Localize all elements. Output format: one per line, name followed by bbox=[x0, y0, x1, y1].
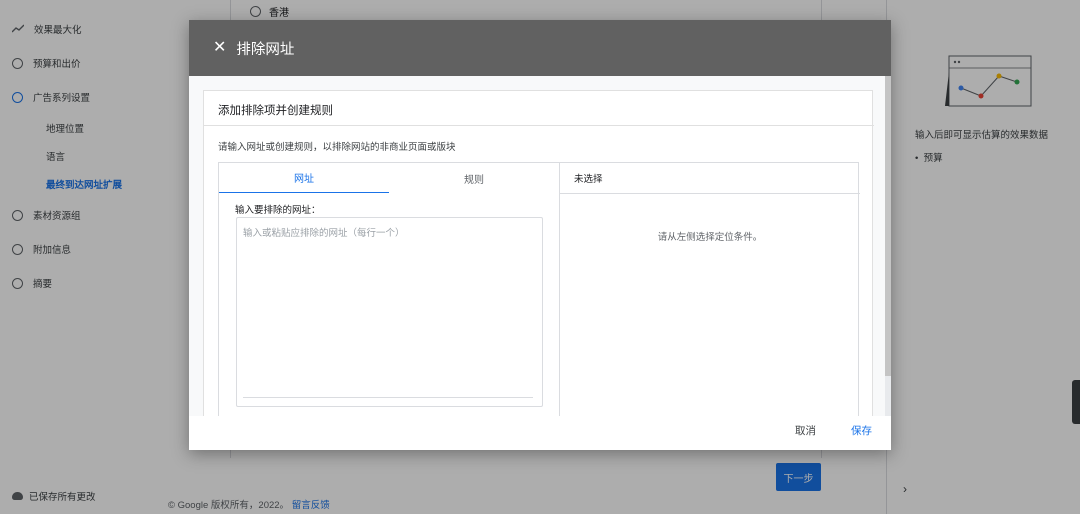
dialog-scroll-thumb[interactable] bbox=[885, 76, 891, 376]
dialog-header: ✕ 排除网址 bbox=[189, 20, 891, 76]
close-icon[interactable]: ✕ bbox=[213, 40, 226, 56]
url-input-label: 输入要排除的网址： bbox=[235, 205, 321, 216]
cancel-button[interactable]: 取消 bbox=[795, 423, 816, 438]
selector-right-pane: 未选择 请从左侧选择定位条件。 bbox=[559, 163, 860, 416]
selector-left-pane: 网址 规则 输入要排除的网址： bbox=[219, 163, 559, 416]
selected-empty-message: 请从左侧选择定位条件。 bbox=[657, 232, 763, 243]
exclude-url-dialog: ✕ 排除网址 添加排除项并创建规则 请输入网址或创建规则，以排除网站的非商业页面… bbox=[189, 20, 891, 450]
textarea-underline bbox=[243, 397, 533, 398]
card-title: 添加排除项并创建规则 bbox=[218, 105, 333, 117]
exclusion-card: 添加排除项并创建规则 请输入网址或创建规则，以排除网站的非商业页面或版块 网址 … bbox=[203, 90, 874, 416]
selected-header: 未选择 bbox=[560, 163, 860, 194]
dialog-title: 排除网址 bbox=[236, 41, 295, 58]
selector-tabs: 网址 规则 bbox=[219, 163, 559, 193]
tab-url[interactable]: 网址 bbox=[219, 163, 389, 193]
exclusion-selector: 网址 规则 输入要排除的网址： 未选择 请从左侧选择定位条件。 bbox=[218, 162, 860, 416]
save-button[interactable]: 保存 bbox=[851, 423, 872, 438]
url-textarea[interactable] bbox=[236, 217, 543, 407]
dialog-footer: 取消 保存 bbox=[189, 416, 891, 450]
tab-rules[interactable]: 规则 bbox=[389, 163, 559, 193]
card-description: 请输入网址或创建规则，以排除网站的非商业页面或版块 bbox=[218, 142, 456, 153]
dialog-body: 添加排除项并创建规则 请输入网址或创建规则，以排除网站的非商业页面或版块 网址 … bbox=[189, 76, 885, 416]
card-divider bbox=[204, 125, 874, 126]
